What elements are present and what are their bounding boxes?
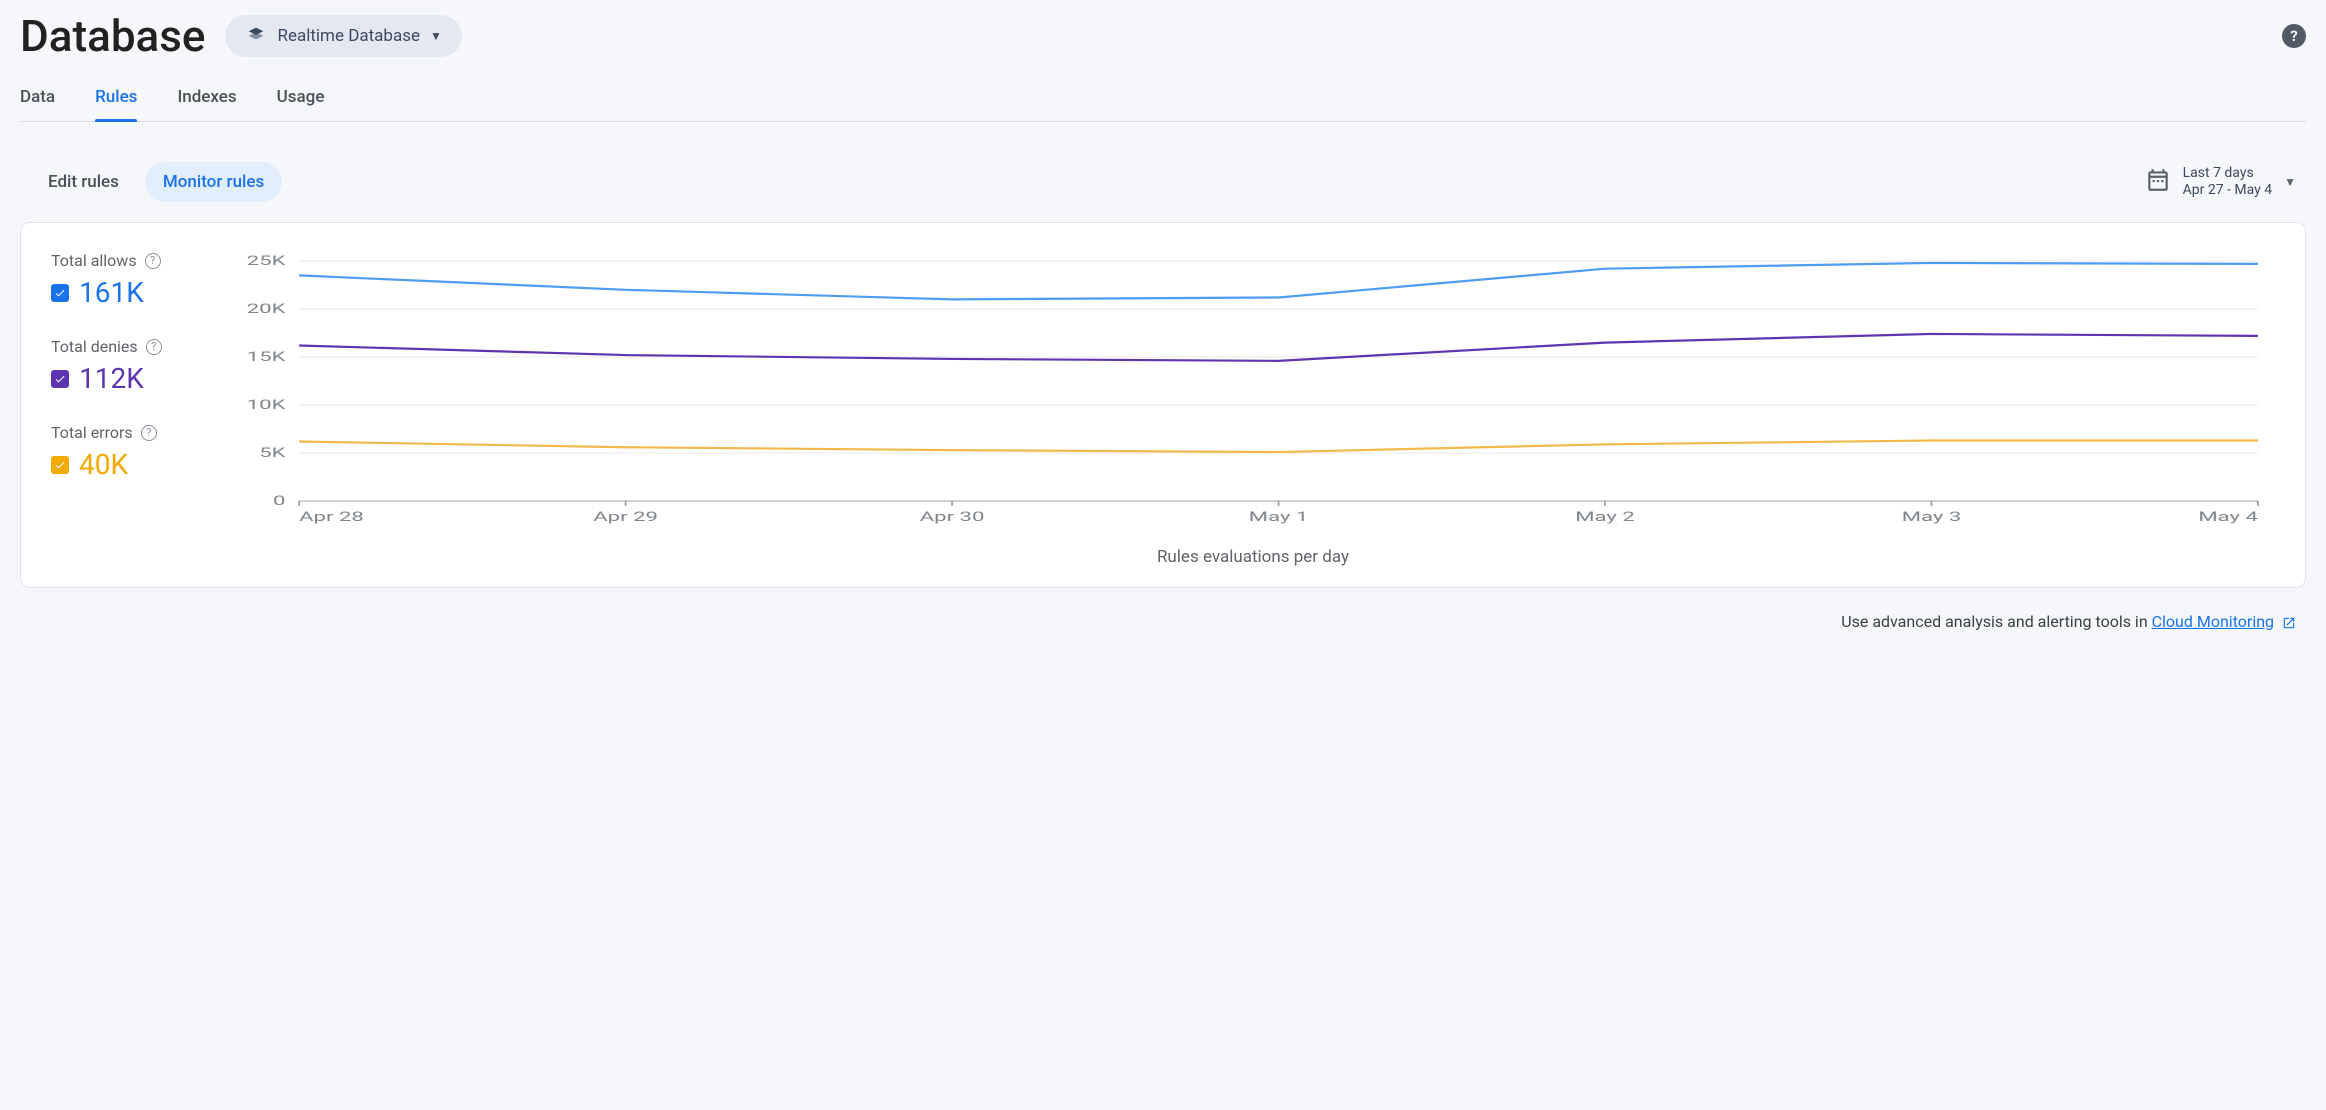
legend-errors-value: 40K: [79, 448, 128, 481]
svg-text:15K: 15K: [247, 350, 287, 365]
realtime-database-icon: [245, 23, 267, 49]
chevron-down-icon: ▼: [2284, 175, 2296, 189]
svg-text:5K: 5K: [259, 446, 286, 461]
info-icon[interactable]: ?: [146, 339, 162, 355]
legend-item-allows: Total allows ? 161K: [51, 251, 201, 309]
external-link-icon: [2278, 612, 2296, 631]
legend-denies-label: Total denies: [51, 337, 138, 356]
tab-data[interactable]: Data: [20, 77, 55, 121]
svg-text:Apr 30: Apr 30: [920, 510, 985, 525]
legend-item-errors: Total errors ? 40K: [51, 423, 201, 481]
svg-text:Apr 28: Apr 28: [299, 510, 364, 525]
tab-rules[interactable]: Rules: [95, 77, 137, 121]
svg-text:20K: 20K: [247, 302, 287, 317]
svg-text:Apr 29: Apr 29: [593, 510, 658, 525]
rules-subtabs: Edit rules Monitor rules: [30, 162, 282, 202]
legend-denies-value: 112K: [79, 362, 144, 395]
svg-text:May 1: May 1: [1249, 510, 1309, 525]
legend-allows-value: 161K: [79, 276, 144, 309]
chart-card: Total allows ? 161K Total denies ? 112K …: [20, 222, 2306, 588]
legend-errors-label: Total errors: [51, 423, 133, 442]
line-chart: 0 5K 10K 15K 20K 25K Apr 28 Apr 29 Apr 30 May 1 Ma…: [231, 251, 2275, 531]
date-range-selector[interactable]: Last 7 days Apr 27 - May 4 ▼: [2145, 165, 2296, 200]
legend-allows-checkbox[interactable]: [51, 284, 69, 302]
tab-usage[interactable]: Usage: [277, 77, 325, 121]
footer-prefix: Use advanced analysis and alerting tools…: [1841, 612, 2151, 631]
chart-legend: Total allows ? 161K Total denies ? 112K …: [51, 251, 201, 567]
chart-area: 0 5K 10K 15K 20K 25K Apr 28 Apr 29 Apr 30 May 1 Ma…: [231, 251, 2275, 567]
calendar-icon: [2145, 167, 2171, 197]
svg-text:May 2: May 2: [1575, 510, 1635, 525]
date-range-value: Apr 27 - May 4: [2183, 182, 2272, 200]
svg-text:25K: 25K: [247, 254, 287, 269]
legend-denies-checkbox[interactable]: [51, 370, 69, 388]
tab-indexes[interactable]: Indexes: [177, 77, 236, 121]
help-icon[interactable]: ?: [2282, 24, 2306, 48]
subtab-edit-rules[interactable]: Edit rules: [30, 162, 137, 202]
info-icon[interactable]: ?: [141, 425, 157, 441]
database-selector-label: Realtime Database: [277, 26, 420, 46]
date-range-label: Last 7 days: [2183, 165, 2272, 183]
svg-text:May 3: May 3: [1902, 510, 1962, 525]
legend-allows-label: Total allows: [51, 251, 137, 270]
database-selector[interactable]: Realtime Database ▼: [225, 15, 461, 57]
legend-item-denies: Total denies ? 112K: [51, 337, 201, 395]
svg-text:10K: 10K: [247, 398, 287, 413]
cloud-monitoring-link[interactable]: Cloud Monitoring: [2152, 612, 2274, 631]
subtab-monitor-rules[interactable]: Monitor rules: [145, 162, 282, 202]
chevron-down-icon: ▼: [430, 29, 442, 43]
legend-errors-checkbox[interactable]: [51, 456, 69, 474]
page-title: Database: [20, 10, 205, 62]
chart-x-label: Rules evaluations per day: [231, 547, 2275, 567]
svg-text:May 4: May 4: [2198, 510, 2258, 525]
svg-text:0: 0: [273, 494, 285, 509]
footer-note: Use advanced analysis and alerting tools…: [20, 612, 2306, 631]
main-tabs: Data Rules Indexes Usage: [20, 77, 2306, 122]
info-icon[interactable]: ?: [145, 253, 161, 269]
